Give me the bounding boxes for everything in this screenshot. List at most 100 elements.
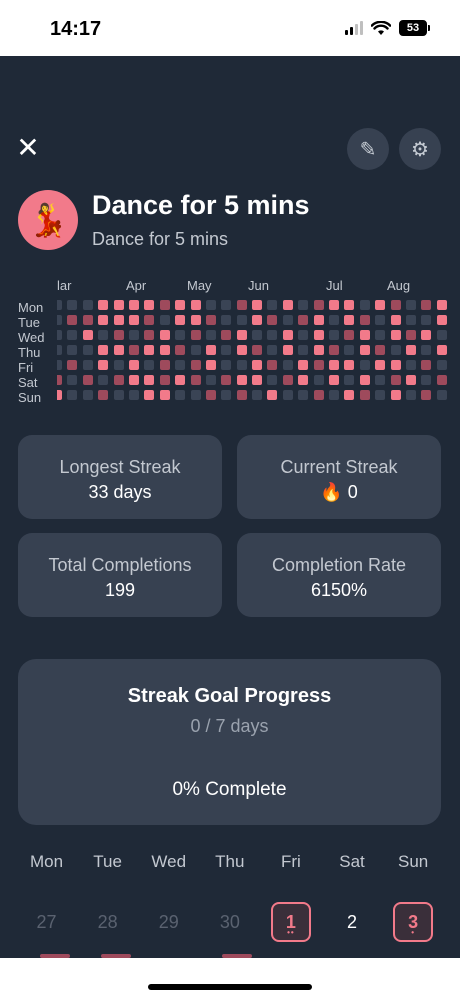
heatmap-cell[interactable] [252,345,263,355]
heatmap-cell[interactable] [190,390,201,400]
heatmap-cell[interactable] [113,375,124,385]
heatmap-cell[interactable] [267,330,278,340]
heatmap-cell[interactable] [329,330,340,340]
heatmap-cell[interactable] [436,345,447,355]
heatmap-cell[interactable] [82,390,93,400]
calendar-day[interactable]: 2 [321,902,382,944]
heatmap-cell[interactable] [67,300,78,310]
heatmap-cell[interactable] [221,300,232,310]
heatmap-cell[interactable] [405,345,416,355]
heatmap-cell[interactable] [313,315,324,325]
heatmap-cell[interactable] [57,375,62,385]
heatmap-cell[interactable] [390,345,401,355]
heatmap-cell[interactable] [190,330,201,340]
heatmap-cell[interactable] [267,360,278,370]
heatmap-cell[interactable] [175,330,186,340]
heatmap-cell[interactable] [405,300,416,310]
heatmap-cell[interactable] [221,315,232,325]
heatmap-cell[interactable] [267,300,278,310]
heatmap-cell[interactable] [252,300,263,310]
heatmap-cell[interactable] [421,315,432,325]
calendar-day[interactable]: 28 [77,902,138,944]
heatmap-cell[interactable] [375,360,386,370]
heatmap-cell[interactable] [175,360,186,370]
heatmap-cell[interactable] [175,315,186,325]
heatmap-cell[interactable] [128,360,139,370]
heatmap-cell[interactable] [390,300,401,310]
heatmap-cell[interactable] [359,315,370,325]
heatmap-cell[interactable] [67,315,78,325]
heatmap-cell[interactable] [375,300,386,310]
heatmap-cell[interactable] [57,360,62,370]
heatmap-cell[interactable] [190,300,201,310]
heatmap-cell[interactable] [375,375,386,385]
heatmap-cell[interactable] [113,360,124,370]
heatmap-cell[interactable] [190,360,201,370]
heatmap-cell[interactable] [159,390,170,400]
heatmap-cell[interactable] [252,390,263,400]
heatmap-cell[interactable] [82,360,93,370]
heatmap-cell[interactable] [175,390,186,400]
heatmap-cell[interactable] [205,330,216,340]
heatmap-cell[interactable] [113,315,124,325]
heatmap-cell[interactable] [282,390,293,400]
heatmap-cell[interactable] [329,300,340,310]
heatmap-cell[interactable] [436,330,447,340]
heatmap-cell[interactable] [144,300,155,310]
heatmap-cell[interactable] [205,345,216,355]
heatmap-cell[interactable] [98,360,109,370]
heatmap-cell[interactable] [329,345,340,355]
heatmap-cell[interactable] [57,345,62,355]
calendar-day[interactable]: 30 [199,902,260,944]
heatmap-cell[interactable] [190,315,201,325]
heatmap-cell[interactable] [313,375,324,385]
heatmap-cell[interactable] [144,360,155,370]
heatmap-cell[interactable] [375,315,386,325]
heatmap-cell[interactable] [113,390,124,400]
heatmap-cell[interactable] [98,300,109,310]
heatmap-cell[interactable] [159,345,170,355]
edit-button[interactable]: ✎ [347,128,389,170]
heatmap-cell[interactable] [113,345,124,355]
heatmap-cell[interactable] [359,300,370,310]
heatmap-cell[interactable] [252,315,263,325]
heatmap-cell[interactable] [436,375,447,385]
heatmap-cell[interactable] [313,330,324,340]
heatmap-cell[interactable] [57,300,62,310]
heatmap-cell[interactable] [344,375,355,385]
heatmap-cell[interactable] [390,330,401,340]
heatmap-cell[interactable] [436,360,447,370]
heatmap-cell[interactable] [82,330,93,340]
heatmap-cell[interactable] [267,390,278,400]
heatmap-cell[interactable] [98,315,109,325]
heatmap-cell[interactable] [329,375,340,385]
heatmap-cell[interactable] [175,300,186,310]
heatmap-cell[interactable] [375,345,386,355]
heatmap-cell[interactable] [344,315,355,325]
heatmap-cell[interactable] [329,390,340,400]
heatmap-cell[interactable] [359,345,370,355]
heatmap-cell[interactable] [82,345,93,355]
calendar-day[interactable]: 3 • [383,902,444,944]
heatmap-cell[interactable] [267,375,278,385]
heatmap-cell[interactable] [344,345,355,355]
heatmap-cell[interactable] [298,375,309,385]
heatmap-cell[interactable] [252,330,263,340]
heatmap-cell[interactable] [144,330,155,340]
heatmap-cell[interactable] [298,390,309,400]
heatmap-cell[interactable] [159,360,170,370]
heatmap-cell[interactable] [298,330,309,340]
heatmap-cell[interactable] [98,345,109,355]
heatmap-cell[interactable] [205,375,216,385]
heatmap-cell[interactable] [159,330,170,340]
heatmap-cell[interactable] [205,360,216,370]
heatmap-cell[interactable] [359,330,370,340]
heatmap-cell[interactable] [190,375,201,385]
heatmap-cell[interactable] [144,315,155,325]
heatmap-cell[interactable] [375,330,386,340]
heatmap-cell[interactable] [344,300,355,310]
heatmap-cell[interactable] [282,360,293,370]
heatmap-cell[interactable] [221,375,232,385]
heatmap-cell[interactable] [57,315,62,325]
heatmap-cell[interactable] [221,360,232,370]
